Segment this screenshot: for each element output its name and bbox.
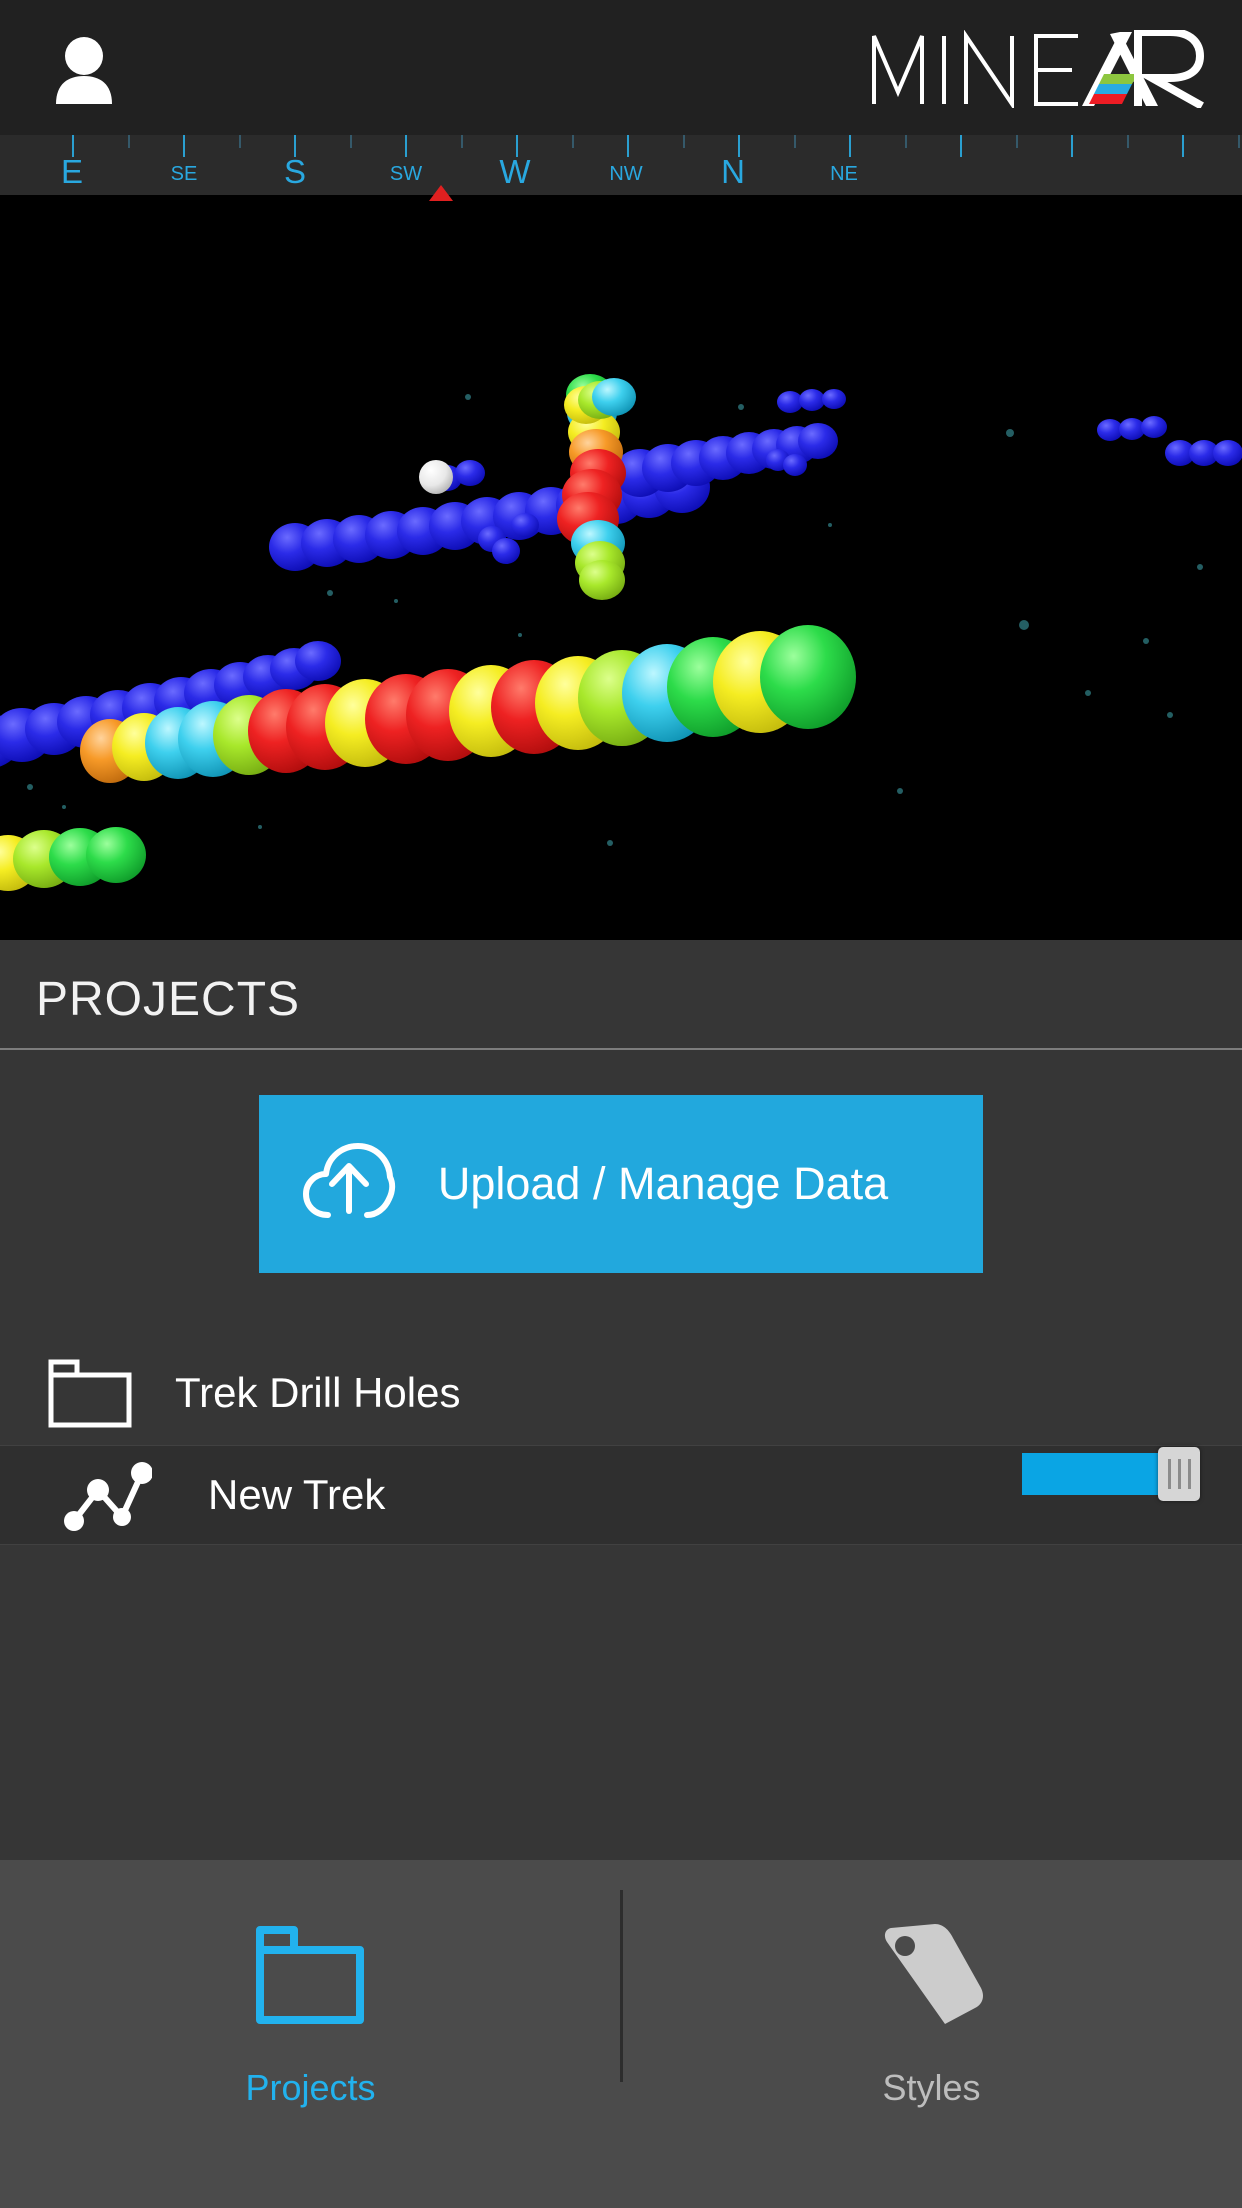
compass-label-sw: SW xyxy=(389,163,423,185)
user-avatar-button[interactable] xyxy=(48,32,120,104)
nav-tab-projects-label: Projects xyxy=(245,2067,376,2108)
tag-icon xyxy=(873,1920,991,2033)
projects-panel: PROJECTS Upload / Manage Data Trek Drill… xyxy=(0,940,1242,1860)
folder-icon xyxy=(30,1357,150,1429)
panel-divider xyxy=(0,1048,1242,1050)
bottom-nav-divider xyxy=(620,1890,623,2082)
compass-tick-major xyxy=(627,135,629,157)
nav-tab-styles[interactable]: Styles xyxy=(621,1860,1242,2109)
user-avatar-icon xyxy=(56,37,112,104)
toggle-knob[interactable] xyxy=(1158,1447,1200,1501)
compass-tick-major xyxy=(960,135,962,157)
ar-viewport[interactable] xyxy=(0,195,1242,940)
compass-label-nw: NW xyxy=(609,163,643,185)
marker-sphere xyxy=(419,460,453,494)
upload-manage-data-button[interactable]: Upload / Manage Data xyxy=(259,1095,983,1273)
project-folder-label: Trek Drill Holes xyxy=(175,1368,461,1416)
compass-heading-marker xyxy=(429,185,453,201)
compass-tick-major xyxy=(1071,135,1073,157)
compass-label-w: W xyxy=(499,153,531,190)
compass-tick-minor xyxy=(1237,135,1240,148)
compass-tick-minor xyxy=(1126,135,1129,148)
project-folder-row[interactable]: Trek Drill Holes xyxy=(0,1340,1242,1445)
compass-tick-minor xyxy=(793,135,796,148)
compass-tick-minor xyxy=(682,135,685,148)
upload-manage-data-label: Upload / Manage Data xyxy=(437,1158,889,1209)
compass-tick-minor xyxy=(1015,135,1018,148)
minear-logo-icon xyxy=(872,30,1205,108)
compass-tick-minor xyxy=(127,135,130,148)
polyline-icon xyxy=(48,1459,168,1531)
compass-tick-minor xyxy=(238,135,241,148)
grip-line xyxy=(1187,1459,1191,1489)
top-app-bar xyxy=(0,0,1242,135)
compass-tick-major xyxy=(849,135,851,157)
compass-tick-minor xyxy=(460,135,463,148)
compass-label-n: N xyxy=(721,153,745,190)
cloud-upload-icon xyxy=(301,1139,397,1230)
compass-heading-strip[interactable]: E SE S SW W NW N NE xyxy=(0,135,1242,195)
page-title: PROJECTS xyxy=(36,973,301,1026)
compass-tick-major xyxy=(1182,135,1184,157)
layer-visibility-toggle[interactable] xyxy=(1022,1447,1200,1501)
nav-tab-projects[interactable]: Projects xyxy=(0,1860,621,2109)
folder-outline-icon xyxy=(252,1920,370,2033)
drillhole-3d-scene xyxy=(0,195,1242,940)
compass-tick-minor xyxy=(349,135,352,148)
grip-line xyxy=(1177,1459,1181,1489)
project-layer-label: New Trek xyxy=(208,1471,386,1518)
project-layer-row[interactable]: New Trek xyxy=(0,1445,1242,1545)
compass-label-se: SE xyxy=(170,163,198,185)
nav-tab-styles-label: Styles xyxy=(882,2067,981,2108)
compass-tick-major xyxy=(183,135,185,157)
minear-logo xyxy=(870,30,1210,108)
compass-tick-major xyxy=(405,135,407,157)
grip-line xyxy=(1167,1459,1171,1489)
compass-tick-minor xyxy=(904,135,907,148)
compass-label-ne: NE xyxy=(830,163,858,185)
compass-tick-minor xyxy=(571,135,574,148)
compass-label-e: E xyxy=(60,153,84,190)
compass-label-s: S xyxy=(283,153,307,190)
